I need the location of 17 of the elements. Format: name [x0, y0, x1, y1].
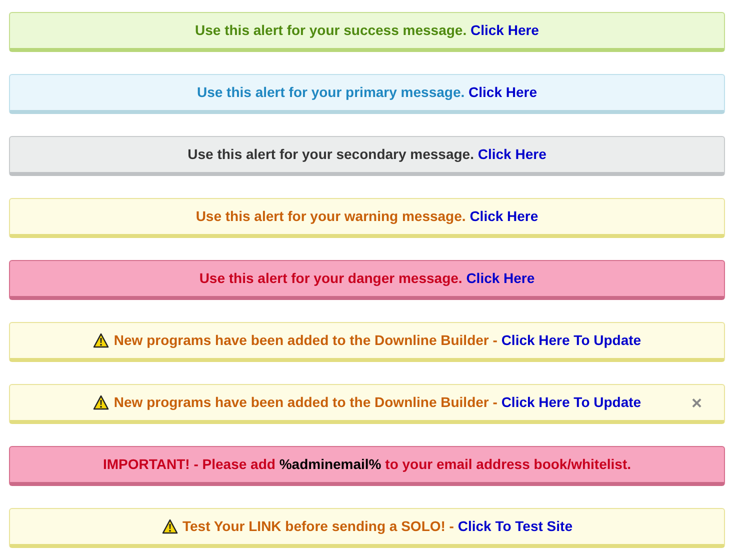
- alert-message: Use this alert for your secondary message. Click Here: [188, 145, 546, 164]
- click-here-link[interactable]: Click Here To Update: [501, 394, 642, 410]
- click-here-link[interactable]: Click Here To Update: [501, 332, 642, 348]
- alert-message: IMPORTANT! - Please add %adminemail% to your email address book/whitelist.: [103, 455, 631, 474]
- click-here-link[interactable]: Click Here: [466, 270, 535, 286]
- click-here-link[interactable]: Click Here: [470, 22, 539, 38]
- click-here-link[interactable]: Click Here: [470, 208, 538, 224]
- alert-message: New programs have been added to the Downline Builder - Click Here To Update: [114, 393, 642, 412]
- alert-message: Use this alert for your primary message. Click Here: [196, 83, 538, 102]
- alert-message: New programs have been added to the Downline Builder - Click Here To Update: [114, 331, 642, 350]
- alert-message: Use this alert for your success message. Click Here: [195, 21, 539, 40]
- alert-message: Test Your LINK before sending a SOLO! - Click To Test Site: [182, 517, 572, 536]
- click-here-link[interactable]: Click Here: [468, 84, 538, 100]
- click-here-link[interactable]: Click To Test Site: [458, 518, 572, 534]
- alert-message: Use this alert for your warning message. Click Here: [196, 207, 538, 226]
- click-here-link[interactable]: Click Here: [478, 146, 546, 162]
- alert-message: Use this alert for your danger message. Click Here: [199, 269, 535, 288]
